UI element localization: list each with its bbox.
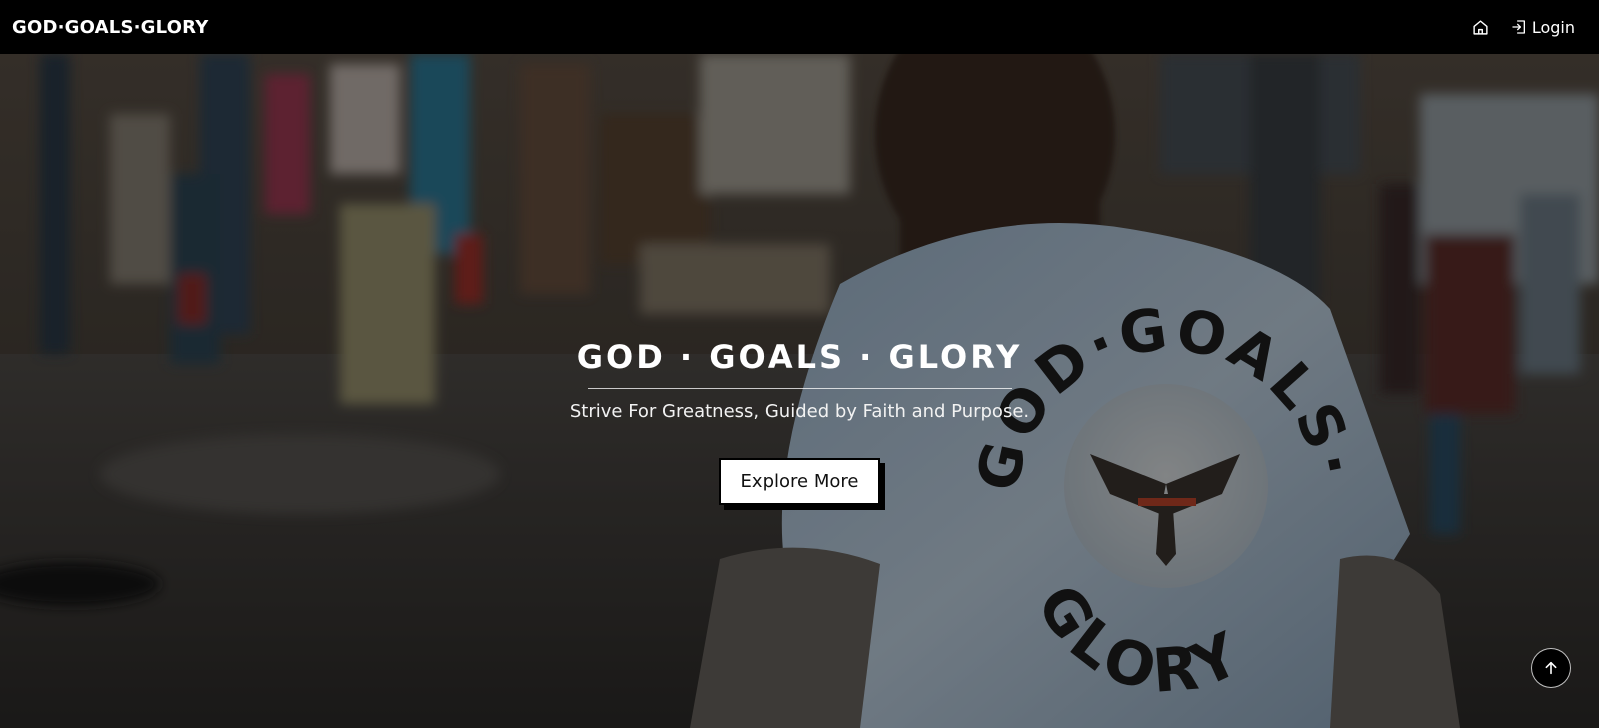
hero-subtitle: Strive For Greatness, Guided by Faith an… [569,401,1030,422]
nav-actions: Login [1472,18,1587,37]
navbar: GOD·GOALS·GLORY Login [0,0,1599,54]
brand-logo[interactable]: GOD·GOALS·GLORY [12,17,208,38]
hero-content: GOD · GOALS · GLORY Strive For Greatness… [0,338,1599,505]
hero-divider [587,388,1012,389]
home-icon [1473,19,1488,35]
login-label: Login [1531,17,1575,37]
login-icon [1512,20,1525,34]
page: GOD·GOALS·GLORY Login GOD · GOALS · GLOR… [0,0,1599,728]
explore-more-button[interactable]: Explore More [718,458,881,505]
arrow-up-icon [1545,661,1557,675]
login-link[interactable]: Login [1511,18,1575,37]
home-link[interactable] [1472,19,1489,36]
hero-section: GOD·GOALS· GLORY GOD · GOALS · GLORY Str… [0,54,1599,728]
scroll-to-top-button[interactable] [1531,648,1571,688]
hero-title: GOD · GOALS · GLORY [576,338,1023,376]
